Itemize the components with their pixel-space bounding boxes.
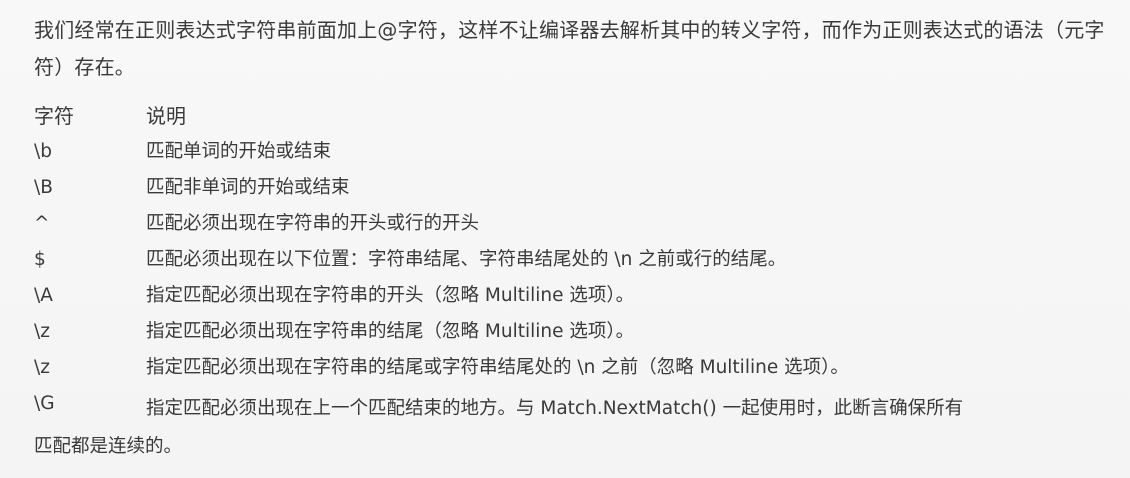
intro-paragraph: 我们经常在正则表达式字符串前面加上@字符，这样不让编译器去解析其中的转义字符，而… [34,18,1105,79]
table-row: \z 指定匹配必须出现在字符串的结尾（忽略 Multiline 选项）。 [34,318,1119,354]
row-symbol: $ [34,249,46,270]
row-description-line2: 匹配都是连续的。 [34,436,183,457]
table-row: \B 匹配非单词的开始或结束 [34,174,1119,210]
row-description: 指定匹配必须出现在字符串的结尾或字符串结尾处的 \n 之前（忽略 Multili… [146,357,849,378]
row-description: 匹配必须出现在字符串的开头或行的开头 [146,213,480,234]
row-symbol: \B [34,177,53,198]
row-symbol: \z [34,357,50,378]
row-symbol: \G [34,393,55,414]
row-description: 匹配单词的开始或结束 [146,141,332,162]
row-description-line1: 指定匹配必须出现在上一个匹配结束的地方。与 Match.NextMatch() … [146,398,964,419]
table-header: 字符 说明 [34,102,1119,138]
document-page: 我们经常在正则表达式字符串前面加上@字符，这样不让编译器去解析其中的转义字符，而… [0,0,1130,478]
row-symbol: ^ [34,213,50,234]
row-symbol: \z [34,321,50,342]
header-symbol: 字符 [34,104,74,128]
row-description: 指定匹配必须出现在字符串的开头（忽略 Multiline 选项）。 [146,285,635,306]
header-description: 说明 [146,104,186,128]
table-row: \z 指定匹配必须出现在字符串的结尾或字符串结尾处的 \n 之前（忽略 Mult… [34,354,1119,390]
table-row: \A 指定匹配必须出现在字符串的开头（忽略 Multiline 选项）。 [34,282,1119,318]
row-description: 匹配必须出现在以下位置：字符串结尾、字符串结尾处的 \n 之前或行的结尾。 [146,249,787,270]
row-description: 匹配非单词的开始或结束 [146,177,350,198]
row-symbol: \b [34,141,52,162]
row-description: 指定匹配必须出现在字符串的结尾（忽略 Multiline 选项）。 [146,321,635,342]
table-row: \b 匹配单词的开始或结束 [34,138,1119,174]
table-row: \G 指定匹配必须出现在上一个匹配结束的地方。与 Match.NextMatch… [34,390,1119,465]
row-symbol: \A [34,285,53,306]
metacharacter-table: 字符 说明 \b 匹配单词的开始或结束 \B 匹配非单词的开始或结束 ^ 匹配必… [34,102,1119,465]
table-row: $ 匹配必须出现在以下位置：字符串结尾、字符串结尾处的 \n 之前或行的结尾。 [34,246,1119,282]
table-row: ^ 匹配必须出现在字符串的开头或行的开头 [34,210,1119,246]
